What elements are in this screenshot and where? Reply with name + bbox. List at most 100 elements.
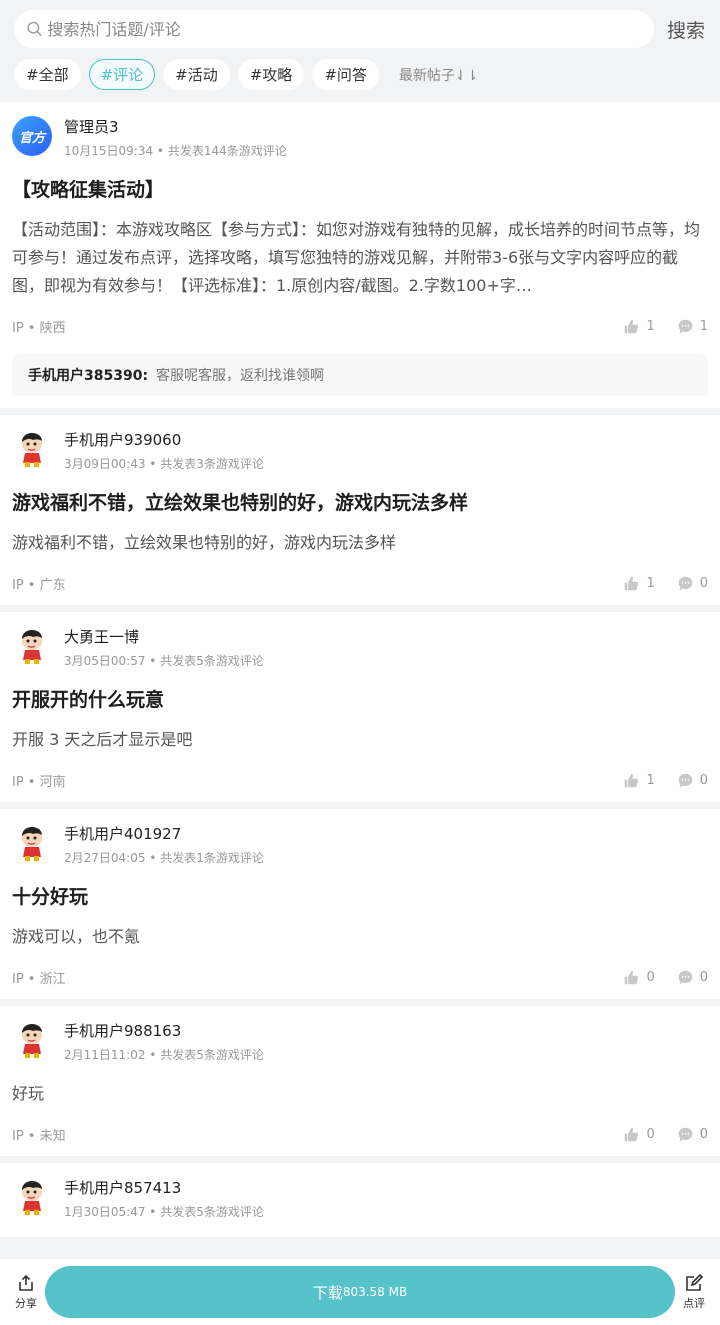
comment-bubble-icon <box>677 969 694 986</box>
post-card[interactable]: 手机用户401927 2月27日04:05 • 共发表1条游戏评论 十分好玩 游… <box>0 809 720 999</box>
post-title: 开服开的什么玩意 <box>12 689 165 711</box>
tag-all[interactable]: #全部 <box>14 59 81 90</box>
reply-preview[interactable]: 手机用户385390: 客服呢客服，返利找谁领啊 <box>12 354 708 396</box>
like-button[interactable]: 0 <box>623 969 655 986</box>
avatar[interactable] <box>12 823 52 863</box>
like-button[interactable]: 1 <box>623 772 655 789</box>
like-button[interactable]: 1 <box>623 318 655 335</box>
user-name[interactable]: 手机用户988163 <box>64 1020 264 1042</box>
post-card[interactable]: 官方 管理员3 10月15日09:34 • 共发表144条游戏评论 【攻略征集活… <box>0 102 720 408</box>
post-body: 游戏福利不错，立绘效果也特别的好，游戏内玩法多样 <box>12 533 397 552</box>
comment-count: 0 <box>699 575 708 591</box>
post-footer: IP • 浙江 0 0 <box>12 967 708 987</box>
comment-button[interactable]: 1 <box>677 318 708 335</box>
user-info: 管理员3 10月15日09:34 • 共发表144条游戏评论 <box>64 116 287 159</box>
comment-button[interactable]: 0 <box>677 575 708 592</box>
reply-text: 客服呢客服，返利找谁领啊 <box>156 368 325 384</box>
comment-button[interactable]: 0 <box>677 772 708 789</box>
share-button[interactable]: 分享 <box>10 1273 42 1311</box>
sort-dropdown[interactable]: 最新帖子⇃⇂ <box>399 65 478 85</box>
ip-location: IP • 广东 <box>12 577 66 593</box>
post-body: 好玩 <box>12 1084 45 1103</box>
user-info: 大勇王一博 3月05日00:57 • 共发表5条游戏评论 <box>64 626 264 669</box>
like-count: 0 <box>646 1126 655 1142</box>
ip-location: IP • 浙江 <box>12 971 66 987</box>
ip-location: IP • 陕西 <box>12 320 66 336</box>
avatar[interactable] <box>12 1020 52 1060</box>
user-meta: 2月11日11:02 • 共发表5条游戏评论 <box>64 1048 264 1062</box>
comment-count: 0 <box>699 969 708 985</box>
user-meta: 3月05日00:57 • 共发表5条游戏评论 <box>64 654 264 668</box>
comment-bubble-icon <box>677 1126 694 1143</box>
post-user-row: 手机用户939060 3月09日00:43 • 共发表3条游戏评论 <box>12 429 708 477</box>
post-user-row: 手机用户988163 2月11日11:02 • 共发表5条游戏评论 <box>12 1020 708 1068</box>
thumbs-up-icon <box>623 1126 640 1143</box>
post-body: 开服 3 天之后才显示是吧 <box>12 730 193 749</box>
post-body: 【活动范围】：本游戏攻略区【参与方式】：如您对游戏有独特的见解，成长培养的时间节… <box>12 220 701 295</box>
like-count: 1 <box>646 575 655 591</box>
user-meta: 3月09日00:43 • 共发表3条游戏评论 <box>64 457 264 471</box>
ip-location: IP • 未知 <box>12 1128 66 1144</box>
tag-event[interactable]: #活动 <box>163 59 230 90</box>
ip-location: IP • 河南 <box>12 774 66 790</box>
user-name[interactable]: 管理员3 <box>64 116 287 138</box>
review-label: 点评 <box>683 1297 705 1310</box>
user-info: 手机用户401927 2月27日04:05 • 共发表1条游戏评论 <box>64 823 264 866</box>
user-name[interactable]: 手机用户857413 <box>64 1177 264 1199</box>
thumbs-up-icon <box>623 318 640 335</box>
header: 搜索 #全部 #评论 #活动 #攻略 #问答 最新帖子⇃⇂ <box>0 0 720 102</box>
user-info: 手机用户988163 2月11日11:02 • 共发表5条游戏评论 <box>64 1020 264 1063</box>
thumbs-up-icon <box>623 772 640 789</box>
tag-qa[interactable]: #问答 <box>312 59 379 90</box>
thumbs-up-icon <box>623 969 640 986</box>
search-button[interactable]: 搜索 <box>664 16 708 43</box>
comment-button[interactable]: 0 <box>677 969 708 986</box>
post-title: 游戏福利不错，立绘效果也特别的好，游戏内玩法多样 <box>12 492 469 514</box>
comment-count: 0 <box>699 1126 708 1142</box>
post-title: 【攻略征集活动】 <box>12 179 165 201</box>
post-card[interactable]: 大勇王一博 3月05日00:57 • 共发表5条游戏评论 开服开的什么玩意 开服… <box>0 612 720 802</box>
avatar[interactable] <box>12 1177 52 1217</box>
post-user-row: 手机用户857413 1月30日05:47 • 共发表5条游戏评论 <box>12 1177 708 1225</box>
thumbs-up-icon <box>623 575 640 592</box>
user-meta: 1月30日05:47 • 共发表5条游戏评论 <box>64 1205 264 1219</box>
tag-guide[interactable]: #攻略 <box>237 59 305 90</box>
comment-count: 0 <box>699 772 708 788</box>
reply-user: 手机用户385390: <box>28 368 149 384</box>
share-label: 分享 <box>15 1297 37 1310</box>
post-card[interactable]: 手机用户988163 2月11日11:02 • 共发表5条游戏评论 好玩 IP … <box>0 1006 720 1156</box>
review-button[interactable]: 点评 <box>678 1273 710 1311</box>
search-row: 搜索 <box>14 10 708 48</box>
comment-count: 1 <box>699 318 708 334</box>
post-card[interactable]: 手机用户939060 3月09日00:43 • 共发表3条游戏评论 游戏福利不错… <box>0 415 720 605</box>
like-count: 0 <box>646 969 655 985</box>
post-user-row: 官方 管理员3 10月15日09:34 • 共发表144条游戏评论 <box>12 116 708 164</box>
edit-icon <box>686 1273 704 1291</box>
download-button[interactable]: 下载 803.58 MB <box>45 1266 675 1318</box>
user-name[interactable]: 大勇王一博 <box>64 626 264 648</box>
post-title: 十分好玩 <box>12 886 89 908</box>
post-user-row: 手机用户401927 2月27日04:05 • 共发表1条游戏评论 <box>12 823 708 871</box>
bottom-action-bar: 分享 下载 803.58 MB 点评 <box>0 1259 720 1325</box>
user-meta: 10月15日09:34 • 共发表144条游戏评论 <box>64 144 287 158</box>
avatar-official[interactable]: 官方 <box>12 116 52 156</box>
user-info: 手机用户857413 1月30日05:47 • 共发表5条游戏评论 <box>64 1177 264 1220</box>
user-name[interactable]: 手机用户939060 <box>64 429 264 451</box>
avatar[interactable] <box>12 429 52 469</box>
like-count: 1 <box>646 318 655 334</box>
like-button[interactable]: 1 <box>623 575 655 592</box>
avatar[interactable] <box>12 626 52 666</box>
post-user-row: 大勇王一博 3月05日00:57 • 共发表5条游戏评论 <box>12 626 708 674</box>
comment-button[interactable]: 0 <box>677 1126 708 1143</box>
user-name[interactable]: 手机用户401927 <box>64 823 264 845</box>
post-body: 游戏可以，也不氪 <box>12 927 141 946</box>
tag-review[interactable]: #评论 <box>88 59 156 90</box>
post-card[interactable]: 手机用户857413 1月30日05:47 • 共发表5条游戏评论 <box>0 1163 720 1237</box>
search-box[interactable] <box>14 10 654 48</box>
like-button[interactable]: 0 <box>623 1126 655 1143</box>
post-footer: IP • 广东 1 0 <box>12 573 708 593</box>
comment-bubble-icon <box>677 772 694 789</box>
download-size: 803.58 MB <box>342 1285 408 1299</box>
comment-bubble-icon <box>677 318 694 335</box>
search-input[interactable] <box>47 19 654 39</box>
